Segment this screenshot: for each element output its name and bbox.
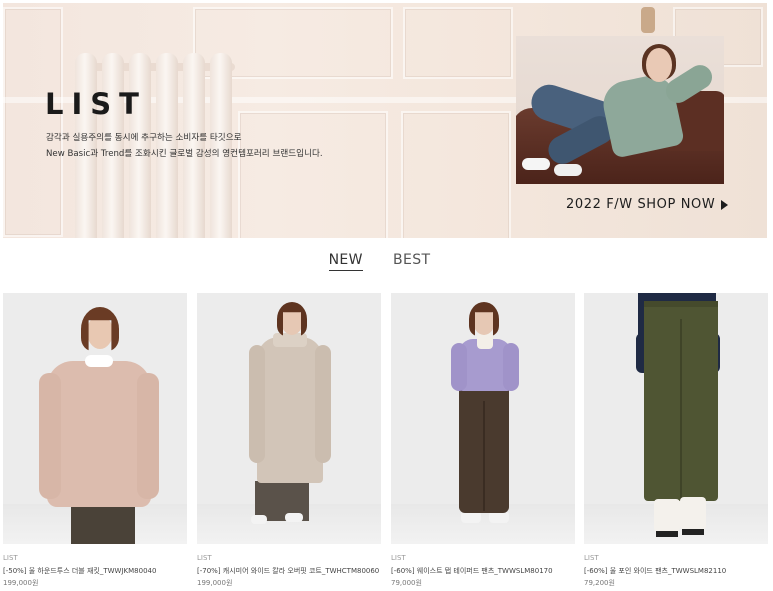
brand-description-line: New Basic과 Trend를 조화시킨 글로벌 감성의 영컨템포러리 브랜…	[46, 149, 323, 159]
wall-panel	[403, 7, 513, 79]
hero-model-photo[interactable]	[516, 36, 724, 184]
product-image[interactable]	[3, 293, 187, 544]
product-brand: LIST	[3, 554, 18, 562]
brand-description: 감각과 실용주의를 동시에 추구하는 소비자를 타깃으로 New Basic과 …	[46, 130, 323, 162]
product-name[interactable]: [-60%] 울 포인 와이드 팬츠_TWWSLM82110	[584, 566, 726, 576]
product-image[interactable]	[584, 293, 768, 544]
product-name[interactable]: [-70%] 캐시미어 와이드 칼라 오버핏 코트_TWHCTM80060	[197, 566, 379, 576]
shop-now-label: 2022 F/W SHOP NOW	[566, 197, 716, 212]
brand-description-line: 감각과 실용주의를 동시에 추구하는 소비자를 타깃으로	[46, 133, 242, 143]
product-image[interactable]	[391, 293, 575, 544]
wall-panel	[401, 111, 511, 238]
product-tabs: NEW BEST	[0, 252, 773, 271]
tab-best[interactable]: BEST	[393, 252, 431, 271]
product-name[interactable]: [-50%] 울 하운드투스 더블 재킷_TWWJKM80040	[3, 566, 156, 576]
brand-logo: LIST	[45, 87, 147, 121]
door-knob	[641, 7, 655, 33]
product-brand: LIST	[584, 554, 599, 562]
product-card[interactable]: LIST [-60%] 울 포인 와이드 팬츠_TWWSLM82110 79,2…	[584, 293, 768, 591]
product-price: 79,000원	[391, 579, 422, 587]
tab-new[interactable]: NEW	[328, 252, 363, 271]
page: LIST 감각과 실용주의를 동시에 추구하는 소비자를 타깃으로 New Ba…	[0, 0, 773, 591]
product-card[interactable]: LIST [-70%] 캐시미어 와이드 칼라 오버핏 코트_TWHCTM800…	[197, 293, 381, 591]
product-price: 199,000원	[197, 579, 233, 587]
product-image[interactable]	[197, 293, 381, 544]
product-grid: LIST [-50%] 울 하운드투스 더블 재킷_TWWJKM80040 19…	[3, 293, 770, 591]
product-price: 79,200원	[584, 579, 615, 587]
product-brand: LIST	[197, 554, 212, 562]
wall-panel	[3, 7, 63, 237]
hero-banner[interactable]: LIST 감각과 실용주의를 동시에 추구하는 소비자를 타깃으로 New Ba…	[3, 3, 767, 238]
product-brand: LIST	[391, 554, 406, 562]
product-price: 199,000원	[3, 579, 39, 587]
product-name[interactable]: [-60%] 웨이스트 탭 테이퍼드 팬츠_TWWSLM80170	[391, 566, 553, 576]
shop-now-link[interactable]: 2022 F/W SHOP NOW	[566, 197, 729, 212]
play-arrow-icon	[721, 199, 729, 210]
product-card[interactable]: LIST [-60%] 웨이스트 탭 테이퍼드 팬츠_TWWSLM80170 7…	[391, 293, 575, 591]
product-card[interactable]: LIST [-50%] 울 하운드투스 더블 재킷_TWWJKM80040 19…	[3, 293, 187, 591]
